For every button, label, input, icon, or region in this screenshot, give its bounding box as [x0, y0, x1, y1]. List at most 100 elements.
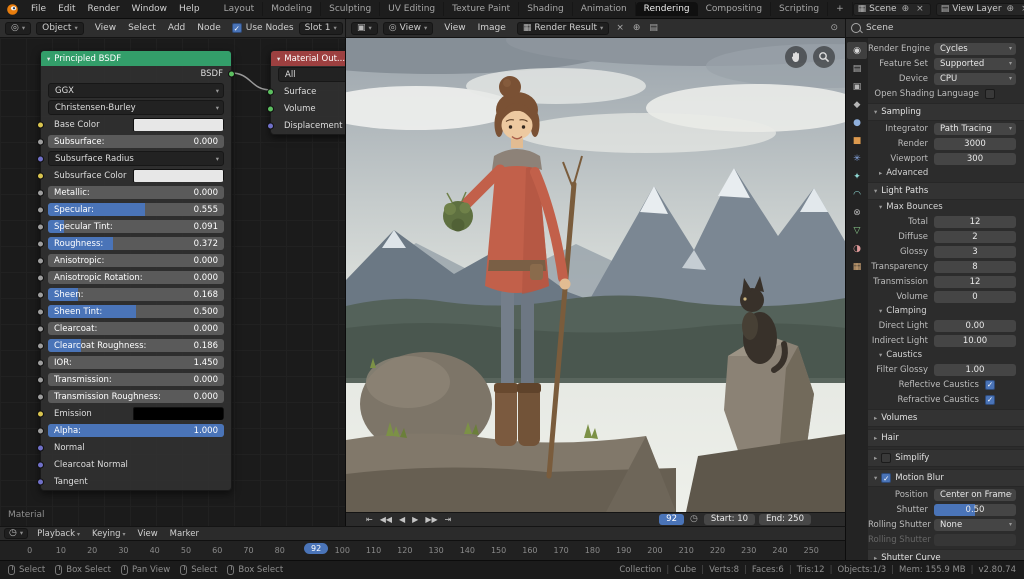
- render-result-viewport[interactable]: [346, 38, 846, 512]
- input-socket[interactable]: [37, 325, 44, 332]
- node-editor-menu[interactable]: Add: [162, 23, 191, 33]
- view-layer-selector[interactable]: ▤ View Layer ⊕ ×: [935, 2, 1024, 16]
- workspace-tab[interactable]: Scripting: [771, 2, 829, 16]
- topbar-menu[interactable]: File: [25, 4, 52, 14]
- shader-property-row[interactable]: All: [271, 66, 345, 83]
- input-socket[interactable]: [37, 172, 44, 179]
- input-socket[interactable]: [37, 223, 44, 230]
- shader-property-row[interactable]: Transmission Roughness: 0.000: [37, 388, 231, 405]
- node-editor-menu[interactable]: Node: [191, 23, 227, 33]
- jump-to-start-button[interactable]: ⇤: [366, 515, 373, 524]
- shader-type-dropdown[interactable]: Object ▾: [36, 21, 84, 35]
- constraints-tab-icon[interactable]: ⊗: [847, 204, 867, 221]
- color-swatch[interactable]: [133, 169, 224, 182]
- shader-property-row[interactable]: Subsurface Color: [37, 167, 231, 184]
- timeline-menu[interactable]: Playback: [31, 529, 86, 539]
- shader-property-row[interactable]: Metallic: 0.000: [37, 184, 231, 201]
- play-reverse-button[interactable]: ◀: [399, 515, 405, 524]
- clamp-field[interactable]: 0.00: [934, 319, 1016, 332]
- display-mode-dropdown[interactable]: ◎ View ▾: [382, 21, 434, 35]
- clamping-panel-header[interactable]: ▾ Clamping: [868, 304, 1024, 318]
- shader-property-row[interactable]: Roughness: 0.372: [37, 235, 231, 252]
- shader-property-row[interactable]: IOR: 1.450: [37, 354, 231, 371]
- image-editor-menu[interactable]: Image: [472, 23, 512, 33]
- shader-property-row[interactable]: Clearcoat Roughness: 0.186: [37, 337, 231, 354]
- slot-dropdown[interactable]: Slot 1 ▾: [298, 21, 343, 35]
- shader-property-row[interactable]: Volume: [267, 100, 345, 117]
- input-socket[interactable]: [37, 257, 44, 264]
- filter-glossy-field[interactable]: 1.00: [934, 363, 1016, 376]
- shader-property-row[interactable]: GGX: [41, 82, 231, 99]
- shader-property-row[interactable]: Anisotropic Rotation: 0.000: [37, 269, 231, 286]
- world-tab-icon[interactable]: ●: [847, 114, 867, 131]
- bounces-field[interactable]: 0: [934, 290, 1016, 303]
- input-socket[interactable]: [267, 105, 274, 112]
- input-socket[interactable]: [37, 342, 44, 349]
- material-output-node[interactable]: ▾ Material Out... All ▾ Surface Volume D…: [267, 50, 345, 135]
- output-tab-icon[interactable]: ▤: [847, 60, 867, 77]
- collapse-icon[interactable]: ▾: [277, 55, 280, 63]
- shader-property-row[interactable]: Subsurface Radius: [37, 150, 231, 167]
- shader-property-row[interactable]: Clearcoat Normal: [37, 456, 231, 473]
- bounces-field[interactable]: 2: [934, 230, 1016, 243]
- current-frame-field[interactable]: 92: [659, 513, 684, 526]
- position-dropdown[interactable]: Center on Frame: [934, 488, 1016, 501]
- motion-blur-checkbox[interactable]: ✓: [881, 473, 892, 483]
- input-socket[interactable]: [37, 444, 44, 451]
- blender-logo-icon[interactable]: [0, 3, 25, 16]
- render-samples-field[interactable]: 3000: [934, 137, 1016, 150]
- workspace-tab[interactable]: Compositing: [698, 2, 772, 16]
- use-nodes-checkbox[interactable]: ✓ Use Nodes: [231, 23, 294, 33]
- editor-type-dropdown[interactable]: ▣ ▾: [351, 21, 378, 35]
- topbar-menu[interactable]: Window: [126, 4, 174, 14]
- shader-node-editor[interactable]: ▾ Principled BSDF BSDF GGX ▾ Christensen…: [0, 38, 346, 526]
- editor-type-dropdown[interactable]: ◷ ▾: [4, 528, 29, 539]
- input-socket[interactable]: [37, 206, 44, 213]
- shutter-curve-panel-header[interactable]: ▸ Shutter Curve: [868, 549, 1024, 560]
- shader-property-row[interactable]: Sheen Tint: 0.500: [37, 303, 231, 320]
- hair-panel-header[interactable]: ▸ Hair: [868, 429, 1024, 447]
- scene-selector[interactable]: ▦ Scene ⊕ ×: [852, 2, 931, 16]
- unlink-scene-button[interactable]: ×: [914, 4, 926, 14]
- workspace-tab[interactable]: UV Editing: [380, 2, 445, 16]
- color-swatch[interactable]: [133, 118, 224, 131]
- input-socket[interactable]: [37, 240, 44, 247]
- node-editor-menu[interactable]: Select: [122, 23, 162, 33]
- timeline-menu[interactable]: Marker: [164, 529, 205, 539]
- shader-property-row[interactable]: Transmission: 0.000: [37, 371, 231, 388]
- shader-property-row[interactable]: Alpha: 1.000: [37, 422, 231, 439]
- sampling-panel-header[interactable]: ▾ Sampling: [868, 103, 1024, 121]
- timeline-menu[interactable]: Keying: [86, 529, 131, 539]
- zoom-view-button[interactable]: [813, 46, 835, 68]
- input-socket[interactable]: [37, 155, 44, 162]
- input-socket[interactable]: [37, 427, 44, 434]
- input-socket[interactable]: [37, 291, 44, 298]
- workspace-tab[interactable]: Rendering: [635, 2, 698, 16]
- refractive-caustics-checkbox[interactable]: ✓: [985, 394, 995, 405]
- shader-property-row[interactable]: Subsurface: 0.000: [37, 133, 231, 150]
- reflective-caustics-checkbox[interactable]: ✓: [985, 379, 995, 390]
- input-socket[interactable]: [37, 274, 44, 281]
- bounces-field[interactable]: 12: [934, 275, 1016, 288]
- data-tab-icon[interactable]: ▽: [847, 222, 867, 239]
- device-dropdown[interactable]: CPU: [934, 72, 1016, 85]
- shader-property-row[interactable]: Specular: 0.555: [37, 201, 231, 218]
- bounces-field[interactable]: 3: [934, 245, 1016, 258]
- remove-view-layer-button[interactable]: ×: [1019, 4, 1024, 14]
- topbar-menu[interactable]: Edit: [52, 4, 81, 14]
- clock-icon[interactable]: ◷: [688, 515, 700, 524]
- shader-property-row[interactable]: Tangent: [37, 473, 231, 490]
- new-image-button[interactable]: ⊕: [631, 23, 643, 33]
- editor-type-dropdown[interactable]: ◎ ▾: [5, 21, 32, 35]
- workspace-tab[interactable]: Sculpting: [321, 2, 381, 16]
- input-socket[interactable]: [37, 121, 44, 128]
- node-header[interactable]: ▾ Material Out...: [271, 51, 345, 66]
- topbar-menu[interactable]: Help: [173, 4, 206, 14]
- input-socket[interactable]: [37, 308, 44, 315]
- shader-property-row[interactable]: Surface: [267, 83, 345, 100]
- current-frame-marker[interactable]: 92: [304, 543, 329, 554]
- end-frame-field[interactable]: End: 250: [759, 513, 811, 526]
- shutter-slider[interactable]: 0.50: [934, 503, 1016, 516]
- shader-property-row[interactable]: Sheen: 0.168: [37, 286, 231, 303]
- shader-property-row[interactable]: Clearcoat: 0.000: [37, 320, 231, 337]
